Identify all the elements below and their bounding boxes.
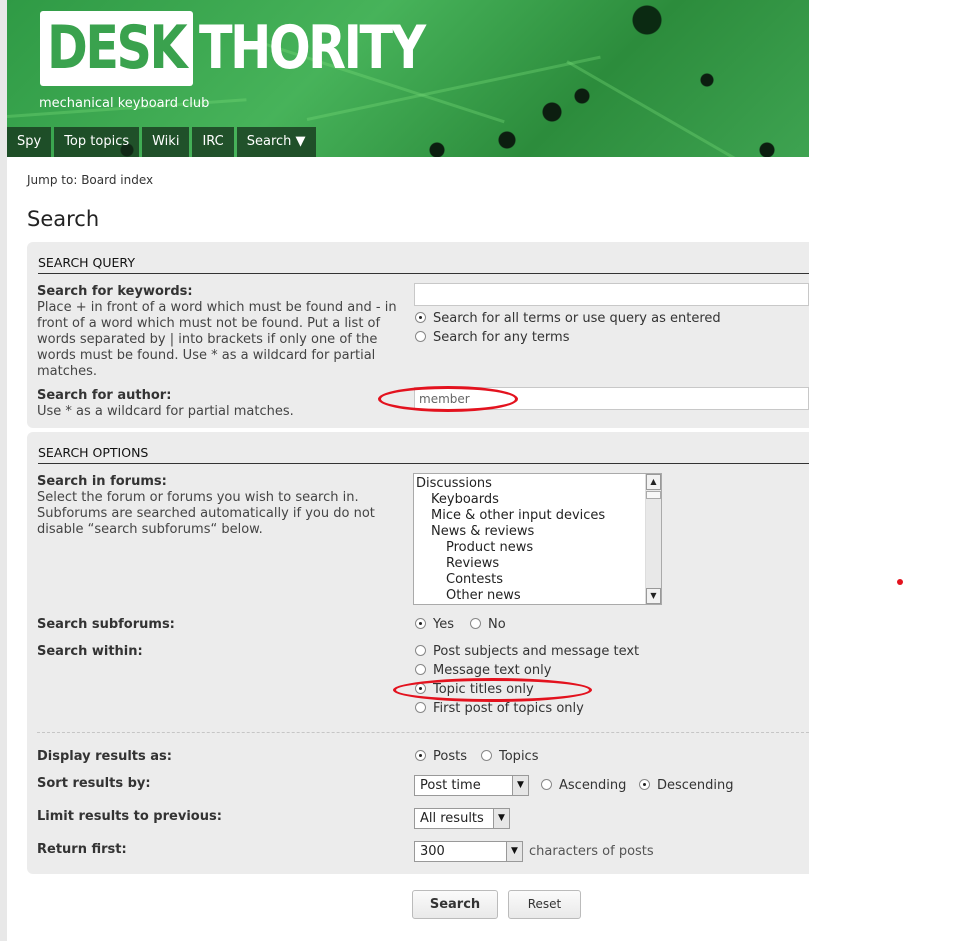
limit-select-value: All results (420, 811, 484, 826)
list-item[interactable]: Other news (416, 588, 661, 604)
breadcrumb-board-index[interactable]: Board index (81, 173, 153, 187)
main-nav: Spy Top topics Wiki IRC Search ▼ (7, 127, 319, 157)
radio-button[interactable] (415, 750, 426, 761)
radio-button[interactable] (415, 702, 426, 713)
author-label: Search for author: (37, 388, 172, 403)
display-posts-option[interactable]: Posts (415, 749, 467, 764)
sort-descending-label: Descending (657, 778, 734, 793)
radio-button[interactable] (415, 645, 426, 656)
scroll-thumb[interactable] (646, 491, 661, 499)
return-label: Return first: (37, 842, 127, 857)
radio-button[interactable] (415, 312, 426, 323)
forums-hint: Select the forum or forums you wish to s… (37, 490, 375, 537)
annotation-oval (393, 678, 592, 702)
breadcrumb-prefix: Jump to: (27, 173, 78, 187)
list-item[interactable]: Contests (416, 572, 661, 588)
list-item[interactable]: Keyboards (416, 492, 661, 508)
within-option-label: Post subjects and message text (433, 644, 640, 659)
return-select-value: 300 (420, 844, 445, 859)
subforums-yes-option[interactable]: Yes (415, 617, 454, 632)
keywords-hint: Place + in front of a word which must be… (37, 300, 397, 379)
keywords-input[interactable] (414, 283, 809, 306)
terms-any-option[interactable]: Search for any terms (415, 330, 569, 345)
within-option-label: Message text only (433, 663, 552, 678)
chevron-down-icon[interactable]: ▼ (512, 776, 528, 795)
keywords-label: Search for keywords: (37, 284, 193, 299)
terms-all-option[interactable]: Search for all terms or use query as ent… (415, 311, 721, 326)
reset-button[interactable]: Reset (508, 890, 581, 919)
limit-select[interactable]: All results ▼ (414, 808, 510, 829)
circuit-trace (566, 60, 767, 157)
sort-label: Sort results by: (37, 776, 151, 791)
subforums-label: Search subforums: (37, 617, 175, 632)
limit-label: Limit results to previous: (37, 809, 222, 824)
page-edge (0, 0, 7, 941)
nav-spy[interactable]: Spy (7, 127, 52, 157)
annotation-oval (378, 386, 518, 412)
breadcrumb: Jump to: Board index (27, 173, 153, 187)
terms-any-label: Search for any terms (433, 330, 570, 345)
logo-text-desk[interactable]: DESK (47, 12, 188, 84)
list-item[interactable]: Product news (416, 540, 661, 556)
section-divider (37, 732, 809, 733)
chevron-down-icon[interactable]: ▼ (506, 842, 522, 861)
return-select[interactable]: 300 ▼ (414, 841, 523, 862)
search-button[interactable]: Search (412, 890, 498, 919)
nav-top-topics[interactable]: Top topics (54, 127, 140, 157)
radio-button[interactable] (481, 750, 492, 761)
radio-button[interactable] (415, 331, 426, 342)
list-item[interactable]: Discussions (416, 476, 661, 492)
radio-button[interactable] (415, 664, 426, 675)
list-item[interactable]: Reviews (416, 556, 661, 572)
scroll-down-icon[interactable]: ▼ (646, 588, 661, 604)
nav-wiki[interactable]: Wiki (142, 127, 190, 157)
radio-button[interactable] (470, 618, 481, 629)
panel-heading: SEARCH QUERY (38, 254, 809, 274)
within-option-label: First post of topics only (433, 701, 584, 716)
display-topics-label: Topics (499, 749, 539, 764)
list-item[interactable]: News & reviews (416, 524, 661, 540)
radio-button[interactable] (541, 779, 552, 790)
sort-select-value: Post time (420, 778, 481, 793)
page-title: Search (27, 207, 100, 231)
within-message-only-option[interactable]: Message text only (415, 663, 551, 678)
chevron-down-icon[interactable]: ▼ (493, 809, 509, 828)
site-tagline: mechanical keyboard club (39, 96, 210, 111)
nav-search[interactable]: Search ▼ (236, 127, 316, 157)
sort-descending-option[interactable]: Descending (639, 778, 734, 793)
forums-label: Search in forums: (37, 474, 167, 489)
display-posts-label: Posts (433, 749, 467, 764)
sort-ascending-label: Ascending (559, 778, 627, 793)
display-label: Display results as: (37, 749, 172, 764)
within-post-and-text-option[interactable]: Post subjects and message text (415, 644, 639, 659)
forums-list: Discussions Keyboards Mice & other input… (414, 474, 661, 604)
author-hint: Use * as a wildcard for partial matches. (37, 404, 294, 419)
listbox-scrollbar[interactable]: ▲ ▼ (645, 474, 661, 604)
sort-select[interactable]: Post time ▼ (414, 775, 529, 796)
annotation-dot (897, 579, 903, 585)
subforums-no-option[interactable]: No (470, 617, 506, 632)
terms-all-label: Search for all terms or use query as ent… (433, 311, 721, 326)
header-banner: DESK THORITY mechanical keyboard club Sp… (7, 0, 809, 157)
scroll-up-icon[interactable]: ▲ (646, 474, 661, 490)
nav-irc[interactable]: IRC (192, 127, 234, 157)
subforums-yes-label: Yes (433, 617, 454, 632)
radio-button[interactable] (639, 779, 650, 790)
display-topics-option[interactable]: Topics (481, 749, 538, 764)
list-item[interactable]: Mice & other input devices (416, 508, 661, 524)
return-suffix: characters of posts (529, 844, 654, 859)
subforums-no-label: No (488, 617, 506, 632)
logo-text-thority[interactable]: THORITY (199, 12, 426, 84)
forums-listbox[interactable]: Discussions Keyboards Mice & other input… (413, 473, 662, 605)
radio-button[interactable] (415, 618, 426, 629)
within-label: Search within: (37, 644, 143, 659)
panel-heading: SEARCH OPTIONS (38, 444, 809, 464)
within-first-post-option[interactable]: First post of topics only (415, 701, 584, 716)
search-options-panel: SEARCH OPTIONS Search in forums: Select … (27, 432, 809, 874)
sort-ascending-option[interactable]: Ascending (541, 778, 626, 793)
